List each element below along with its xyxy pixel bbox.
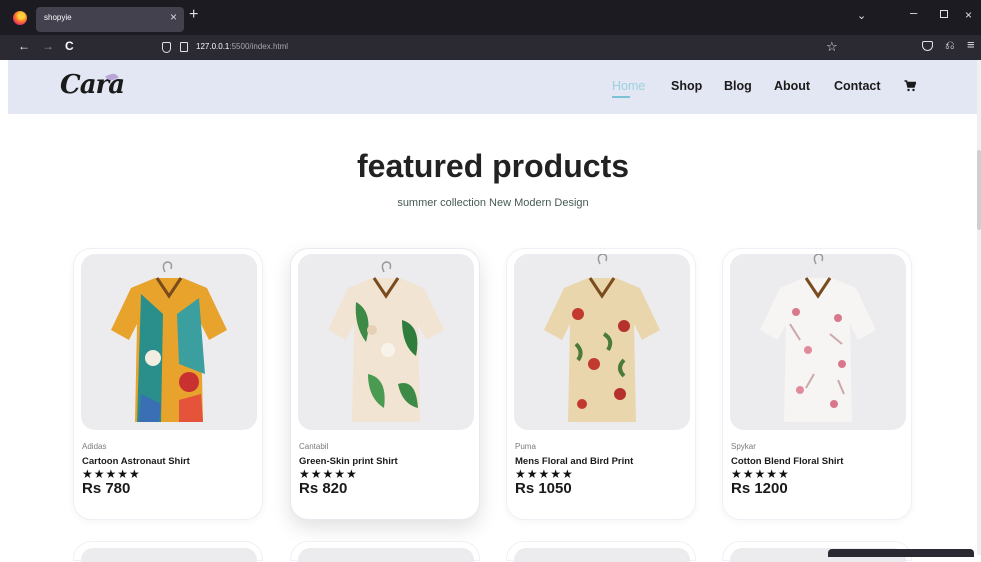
url-text[interactable]: 127.0.0.1:5500/index.html [196, 42, 288, 51]
nav-blog[interactable]: Blog [724, 79, 752, 93]
product-brand: Adidas [82, 442, 107, 451]
url-host: 127.0.0.1 [196, 42, 230, 51]
rating-stars-icon: ★★★★★ [299, 467, 358, 481]
product-name: Cartoon Astronaut Shirt [82, 456, 190, 467]
product-image[interactable] [298, 254, 474, 430]
window-close-icon[interactable]: × [965, 8, 972, 22]
active-underline [612, 96, 630, 98]
app-menu-icon[interactable]: ≡ [967, 37, 975, 52]
site-header: Cara Home Shop Blog About Contact [8, 60, 978, 114]
product-card-peek[interactable] [290, 541, 480, 562]
rating-stars-icon: ★★★★★ [82, 467, 141, 481]
page-scrollbar[interactable] [977, 60, 981, 555]
extensions-icon[interactable]: ⎌ [945, 38, 955, 53]
product-brand: Cantabil [299, 442, 329, 451]
forward-icon[interactable]: → [42, 39, 54, 53]
tab-close-icon[interactable]: × [170, 10, 177, 24]
section-title: featured products [356, 148, 630, 184]
minimize-icon[interactable]: – [910, 5, 917, 20]
product-image-peek [514, 548, 690, 562]
product-price: Rs 1200 [731, 480, 788, 497]
url-path: :5500/index.html [229, 42, 289, 51]
product-image[interactable] [81, 254, 257, 430]
product-image[interactable] [730, 254, 906, 430]
product-price: Rs 1050 [515, 480, 572, 497]
shirt-image-icon [544, 254, 660, 422]
restore-icon[interactable] [940, 10, 948, 18]
product-name: Mens Floral and Bird Print [515, 456, 634, 467]
browser-tab-bar: shopyie × + ⌄ – × [0, 0, 981, 35]
page-icon [180, 42, 188, 52]
product-image-peek [298, 548, 474, 562]
firefox-logo-icon [13, 11, 27, 25]
browser-nav-bar: ← → C 127.0.0.1:5500/index.html ☆ ⎌ ≡ [0, 35, 981, 60]
product-brand: Puma [515, 442, 536, 451]
section-subtitle: summer collection New Modern Design [397, 197, 589, 209]
rating-stars-icon: ★★★★★ [515, 467, 574, 481]
browser-tab[interactable]: shopyie × [36, 7, 184, 32]
product-name: Cotton Blend Floral Shirt [731, 456, 844, 467]
shirt-image-icon [328, 261, 444, 422]
product-brand: Spykar [731, 442, 756, 451]
nav-shop[interactable]: Shop [671, 79, 702, 93]
tab-title: shopyie [44, 13, 72, 22]
product-image-peek [81, 548, 257, 562]
url-bar[interactable]: 127.0.0.1:5500/index.html ☆ [154, 37, 844, 58]
product-card[interactable]: Cantabil Green-Skin print Shirt ★★★★★ Rs… [290, 248, 480, 520]
product-card[interactable]: Adidas Cartoon Astronaut Shirt ★★★★★ Rs … [73, 248, 263, 520]
shield-icon[interactable] [162, 42, 171, 53]
shirt-image-icon [760, 254, 876, 422]
bookmark-star-icon[interactable]: ☆ [826, 39, 838, 55]
product-price: Rs 780 [82, 480, 131, 497]
shirt-image-icon [111, 261, 227, 422]
rating-stars-icon: ★★★★★ [731, 467, 790, 481]
product-card-peek[interactable] [73, 541, 263, 562]
product-card-peek[interactable] [506, 541, 696, 562]
product-image[interactable] [514, 254, 690, 430]
nav-contact[interactable]: Contact [834, 79, 881, 93]
cart-icon[interactable] [904, 80, 916, 92]
product-price: Rs 820 [299, 480, 348, 497]
product-card[interactable]: Spykar Cotton Blend Floral Shirt ★★★★★ R… [722, 248, 912, 520]
tabs-list-icon[interactable]: ⌄ [857, 9, 866, 22]
product-name: Green-Skin print Shirt [299, 456, 398, 467]
overlay-bar [828, 549, 974, 557]
nav-about[interactable]: About [774, 79, 810, 93]
new-tab-icon[interactable]: + [189, 6, 198, 24]
reload-icon[interactable]: C [65, 39, 74, 53]
back-icon[interactable]: ← [18, 39, 30, 53]
pocket-icon[interactable] [922, 41, 933, 51]
product-card[interactable]: Puma Mens Floral and Bird Print ★★★★★ Rs… [506, 248, 696, 520]
nav-home[interactable]: Home [612, 79, 645, 93]
